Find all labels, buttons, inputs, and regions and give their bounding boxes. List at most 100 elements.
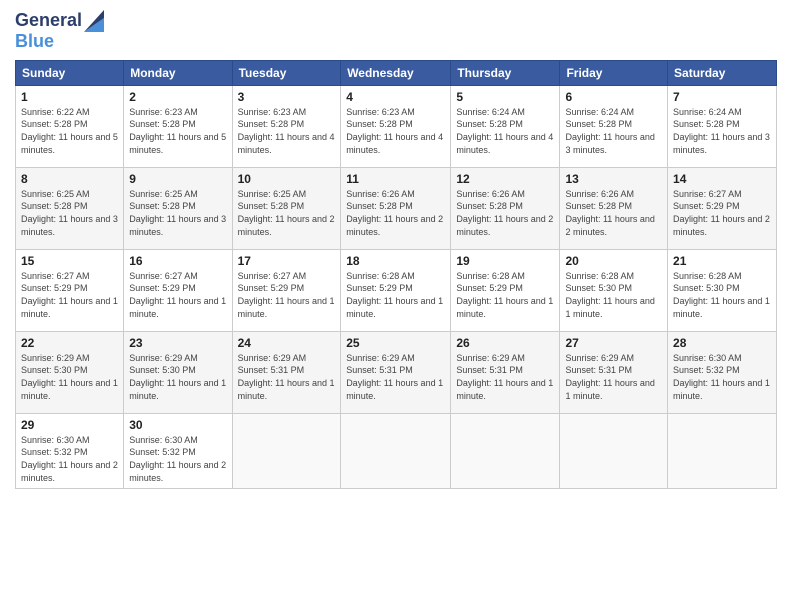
- day-info: Sunrise: 6:28 AMSunset: 5:30 PMDaylight:…: [673, 270, 771, 320]
- calendar-cell: 5 Sunrise: 6:24 AMSunset: 5:28 PMDaylight…: [451, 85, 560, 167]
- day-number: 11: [346, 172, 445, 186]
- day-info: Sunrise: 6:29 AMSunset: 5:31 PMDaylight:…: [456, 352, 554, 402]
- day-info: Sunrise: 6:24 AMSunset: 5:28 PMDaylight:…: [565, 106, 662, 156]
- day-info: Sunrise: 6:28 AMSunset: 5:29 PMDaylight:…: [456, 270, 554, 320]
- day-info: Sunrise: 6:25 AMSunset: 5:28 PMDaylight:…: [238, 188, 336, 238]
- calendar-cell: 14 Sunrise: 6:27 AMSunset: 5:29 PMDayligh…: [668, 167, 777, 249]
- calendar-cell: 25Sunrise: 6:29 AMSunset: 5:31 PMDayligh…: [341, 331, 451, 413]
- day-info: Sunrise: 6:25 AMSunset: 5:28 PMDaylight:…: [129, 188, 226, 238]
- day-number: 29: [21, 418, 118, 432]
- day-number: 28: [673, 336, 771, 350]
- day-info: Sunrise: 6:26 AMSunset: 5:28 PMDaylight:…: [456, 188, 554, 238]
- calendar-header-monday: Monday: [124, 60, 232, 85]
- day-info: Sunrise: 6:24 AMSunset: 5:28 PMDaylight:…: [673, 106, 771, 156]
- calendar-cell: [341, 413, 451, 488]
- calendar-cell: 24 Sunrise: 6:29 AMSunset: 5:31 PMDayligh…: [232, 331, 341, 413]
- day-info: Sunrise: 6:29 AMSunset: 5:31 PMDaylight:…: [238, 352, 336, 402]
- day-number: 10: [238, 172, 336, 186]
- day-number: 15: [21, 254, 118, 268]
- day-info: Sunrise: 6:27 AMSunset: 5:29 PMDaylight:…: [129, 270, 226, 320]
- calendar-cell: 15 Sunrise: 6:27 AMSunset: 5:29 PMDayligh…: [16, 249, 124, 331]
- calendar-header-row: SundayMondayTuesdayWednesdayThursdayFrid…: [16, 60, 777, 85]
- day-info: Sunrise: 6:27 AMSunset: 5:29 PMDaylight:…: [673, 188, 771, 238]
- day-number: 13: [565, 172, 662, 186]
- header: General Blue: [15, 10, 777, 52]
- day-number: 12: [456, 172, 554, 186]
- calendar-table: SundayMondayTuesdayWednesdayThursdayFrid…: [15, 60, 777, 489]
- calendar-cell: 7 Sunrise: 6:24 AMSunset: 5:28 PMDaylight…: [668, 85, 777, 167]
- day-info: Sunrise: 6:30 AMSunset: 5:32 PMDaylight:…: [129, 434, 226, 484]
- calendar-header-wednesday: Wednesday: [341, 60, 451, 85]
- calendar-cell: 10 Sunrise: 6:25 AMSunset: 5:28 PMDayligh…: [232, 167, 341, 249]
- calendar-cell: 11 Sunrise: 6:26 AMSunset: 5:28 PMDayligh…: [341, 167, 451, 249]
- day-info: Sunrise: 6:28 AMSunset: 5:29 PMDaylight:…: [346, 270, 445, 320]
- calendar-cell: 22Sunrise: 6:29 AMSunset: 5:30 PMDayligh…: [16, 331, 124, 413]
- page: General Blue SundayMondayTuesdayWednesda…: [0, 0, 792, 612]
- day-info: Sunrise: 6:27 AMSunset: 5:29 PMDaylight:…: [21, 270, 118, 320]
- calendar-header-saturday: Saturday: [668, 60, 777, 85]
- day-info: Sunrise: 6:30 AMSunset: 5:32 PMDaylight:…: [673, 352, 771, 402]
- day-info: Sunrise: 6:26 AMSunset: 5:28 PMDaylight:…: [565, 188, 662, 238]
- day-number: 5: [456, 90, 554, 104]
- day-number: 4: [346, 90, 445, 104]
- logo-blue: Blue: [15, 32, 104, 52]
- day-info: Sunrise: 6:23 AMSunset: 5:28 PMDaylight:…: [346, 106, 445, 156]
- day-info: Sunrise: 6:24 AMSunset: 5:28 PMDaylight:…: [456, 106, 554, 156]
- calendar-header-friday: Friday: [560, 60, 668, 85]
- calendar-cell: [560, 413, 668, 488]
- calendar-cell: [668, 413, 777, 488]
- day-info: Sunrise: 6:28 AMSunset: 5:30 PMDaylight:…: [565, 270, 662, 320]
- calendar-cell: 9 Sunrise: 6:25 AMSunset: 5:28 PMDaylight…: [124, 167, 232, 249]
- day-info: Sunrise: 6:30 AMSunset: 5:32 PMDaylight:…: [21, 434, 118, 484]
- day-info: Sunrise: 6:29 AMSunset: 5:31 PMDaylight:…: [565, 352, 662, 402]
- calendar-cell: 28 Sunrise: 6:30 AMSunset: 5:32 PMDayligh…: [668, 331, 777, 413]
- day-number: 1: [21, 90, 118, 104]
- day-info: Sunrise: 6:23 AMSunset: 5:28 PMDaylight:…: [238, 106, 336, 156]
- calendar-cell: 16Sunrise: 6:27 AMSunset: 5:29 PMDayligh…: [124, 249, 232, 331]
- day-number: 19: [456, 254, 554, 268]
- day-number: 9: [129, 172, 226, 186]
- day-number: 21: [673, 254, 771, 268]
- calendar-cell: [451, 413, 560, 488]
- calendar-cell: 12 Sunrise: 6:26 AMSunset: 5:28 PMDayligh…: [451, 167, 560, 249]
- day-info: Sunrise: 6:29 AMSunset: 5:30 PMDaylight:…: [129, 352, 226, 402]
- day-number: 18: [346, 254, 445, 268]
- calendar-cell: 2 Sunrise: 6:23 AMSunset: 5:28 PMDaylight…: [124, 85, 232, 167]
- logo-text: General: [15, 11, 82, 31]
- calendar-cell: [232, 413, 341, 488]
- calendar-cell: 21 Sunrise: 6:28 AMSunset: 5:30 PMDayligh…: [668, 249, 777, 331]
- day-number: 3: [238, 90, 336, 104]
- day-info: Sunrise: 6:23 AMSunset: 5:28 PMDaylight:…: [129, 106, 226, 156]
- day-number: 2: [129, 90, 226, 104]
- calendar-header-sunday: Sunday: [16, 60, 124, 85]
- calendar-cell: 3 Sunrise: 6:23 AMSunset: 5:28 PMDaylight…: [232, 85, 341, 167]
- day-info: Sunrise: 6:29 AMSunset: 5:31 PMDaylight:…: [346, 352, 445, 402]
- day-number: 7: [673, 90, 771, 104]
- calendar-cell: 19 Sunrise: 6:28 AMSunset: 5:29 PMDayligh…: [451, 249, 560, 331]
- day-number: 8: [21, 172, 118, 186]
- day-number: 23: [129, 336, 226, 350]
- calendar-header-thursday: Thursday: [451, 60, 560, 85]
- day-number: 26: [456, 336, 554, 350]
- calendar-cell: 23 Sunrise: 6:29 AMSunset: 5:30 PMDayligh…: [124, 331, 232, 413]
- day-info: Sunrise: 6:29 AMSunset: 5:30 PMDaylight:…: [21, 352, 118, 402]
- calendar-cell: 1 Sunrise: 6:22 AMSunset: 5:28 PMDaylight…: [16, 85, 124, 167]
- day-number: 6: [565, 90, 662, 104]
- calendar-cell: 27Sunrise: 6:29 AMSunset: 5:31 PMDayligh…: [560, 331, 668, 413]
- calendar-cell: 29 Sunrise: 6:30 AMSunset: 5:32 PMDayligh…: [16, 413, 124, 488]
- day-number: 14: [673, 172, 771, 186]
- day-number: 20: [565, 254, 662, 268]
- calendar-cell: 17Sunrise: 6:27 AMSunset: 5:29 PMDayligh…: [232, 249, 341, 331]
- calendar-cell: 26 Sunrise: 6:29 AMSunset: 5:31 PMDayligh…: [451, 331, 560, 413]
- calendar-cell: 8 Sunrise: 6:25 AMSunset: 5:28 PMDaylight…: [16, 167, 124, 249]
- calendar-header-tuesday: Tuesday: [232, 60, 341, 85]
- day-info: Sunrise: 6:26 AMSunset: 5:28 PMDaylight:…: [346, 188, 445, 238]
- logo: General Blue: [15, 10, 104, 52]
- day-number: 24: [238, 336, 336, 350]
- calendar-cell: 18 Sunrise: 6:28 AMSunset: 5:29 PMDayligh…: [341, 249, 451, 331]
- day-info: Sunrise: 6:22 AMSunset: 5:28 PMDaylight:…: [21, 106, 118, 156]
- day-info: Sunrise: 6:25 AMSunset: 5:28 PMDaylight:…: [21, 188, 118, 238]
- day-number: 17: [238, 254, 336, 268]
- logo-icon: [84, 10, 104, 32]
- calendar-cell: 20 Sunrise: 6:28 AMSunset: 5:30 PMDayligh…: [560, 249, 668, 331]
